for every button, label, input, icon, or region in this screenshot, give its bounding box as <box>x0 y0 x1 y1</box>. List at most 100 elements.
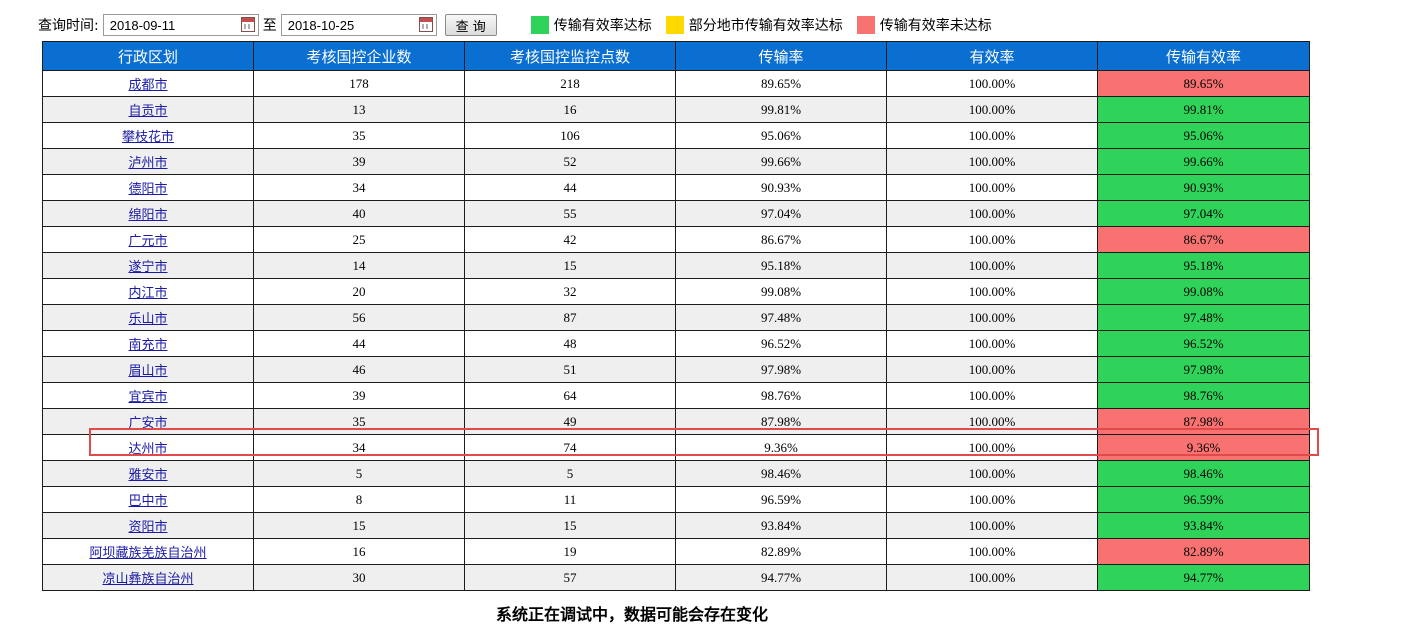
cell-transfer-rate: 98.76% <box>675 382 887 409</box>
cell-points: 44 <box>464 174 676 201</box>
cell-region: 眉山市 <box>42 356 254 383</box>
cell-effective-rate: 97.04% <box>1097 200 1310 227</box>
region-link[interactable]: 成都市 <box>128 78 167 93</box>
cell-valid-rate: 100.00% <box>886 148 1098 175</box>
cell-region: 绵阳市 <box>42 200 254 227</box>
region-link[interactable]: 绵阳市 <box>128 208 167 223</box>
end-date-input[interactable]: 2018-10-25 <box>280 14 437 36</box>
cell-valid-rate: 100.00% <box>886 252 1098 279</box>
region-link[interactable]: 遂宁市 <box>128 260 167 275</box>
col-header-enterprises[interactable]: 考核国控企业数 <box>253 41 465 71</box>
cell-valid-rate: 100.00% <box>886 330 1098 357</box>
cell-enterprises: 8 <box>253 486 465 513</box>
region-link[interactable]: 达州市 <box>128 442 167 457</box>
region-link[interactable]: 广元市 <box>128 234 167 249</box>
cell-region: 南充市 <box>42 330 254 357</box>
region-link[interactable]: 眉山市 <box>128 364 167 379</box>
cell-enterprises: 20 <box>253 278 465 305</box>
cell-region: 遂宁市 <box>42 252 254 279</box>
cell-transfer-rate: 82.89% <box>675 538 887 565</box>
region-link[interactable]: 乐山市 <box>128 312 167 327</box>
region-link[interactable]: 广安市 <box>128 416 167 431</box>
cell-region: 资阳市 <box>42 512 254 539</box>
cell-valid-rate: 100.00% <box>886 304 1098 331</box>
cell-effective-rate: 95.18% <box>1097 252 1310 279</box>
cell-region: 雅安市 <box>42 460 254 487</box>
table-row: 眉山市 46 51 97.98% 100.00% 97.98% <box>42 356 1310 383</box>
col-header-effective-rate[interactable]: 传输有效率 <box>1097 41 1310 71</box>
cell-points: 15 <box>464 512 676 539</box>
cell-transfer-rate: 96.52% <box>675 330 887 357</box>
cell-valid-rate: 100.00% <box>886 226 1098 253</box>
table-row: 乐山市 56 87 97.48% 100.00% 97.48% <box>42 304 1310 331</box>
cell-points: 55 <box>464 200 676 227</box>
region-link[interactable]: 巴中市 <box>128 494 167 509</box>
cell-region: 乐山市 <box>42 304 254 331</box>
cell-transfer-rate: 89.65% <box>675 70 887 97</box>
cell-points: 19 <box>464 538 676 565</box>
cell-valid-rate: 100.00% <box>886 278 1098 305</box>
cell-transfer-rate: 99.81% <box>675 96 887 123</box>
date-range-separator: 至 <box>262 18 277 34</box>
cell-region: 阿坝藏族羌族自治州 <box>42 538 254 565</box>
col-header-region[interactable]: 行政区划 <box>42 41 254 71</box>
cell-transfer-rate: 9.36% <box>675 434 887 461</box>
table-row: 绵阳市 40 55 97.04% 100.00% 97.04% <box>42 200 1310 227</box>
region-link[interactable]: 内江市 <box>128 286 167 301</box>
calendar-icon[interactable] <box>418 17 433 32</box>
footer-notice: 系统正在调试中，数据可能会存在变化 <box>496 605 769 624</box>
query-time-label: 查询时间: <box>38 18 99 34</box>
region-link[interactable]: 凉山彝族自治州 <box>102 572 193 587</box>
cell-transfer-rate: 97.98% <box>675 356 887 383</box>
calendar-icon[interactable] <box>240 17 255 32</box>
region-link[interactable]: 阿坝藏族羌族自治州 <box>89 546 206 561</box>
cell-valid-rate: 100.00% <box>886 512 1098 539</box>
cell-transfer-rate: 98.46% <box>675 460 887 487</box>
region-link[interactable]: 泸州市 <box>128 156 167 171</box>
table-row: 攀枝花市 35 106 95.06% 100.00% 95.06% <box>42 122 1310 149</box>
cell-enterprises: 40 <box>253 200 465 227</box>
cell-transfer-rate: 90.93% <box>675 174 887 201</box>
cell-transfer-rate: 96.59% <box>675 486 887 513</box>
col-header-points[interactable]: 考核国控监控点数 <box>464 41 676 71</box>
cell-enterprises: 44 <box>253 330 465 357</box>
legend-swatch-yellow <box>665 16 684 34</box>
cell-enterprises: 15 <box>253 512 465 539</box>
start-date-input[interactable]: 2018-09-11 <box>102 14 259 36</box>
query-button[interactable]: 查 询 <box>444 14 497 36</box>
table-row: 宜宾市 39 64 98.76% 100.00% 98.76% <box>42 382 1310 409</box>
cell-region: 内江市 <box>42 278 254 305</box>
region-link[interactable]: 雅安市 <box>128 468 167 483</box>
cell-valid-rate: 100.00% <box>886 382 1098 409</box>
cell-valid-rate: 100.00% <box>886 96 1098 123</box>
cell-enterprises: 35 <box>253 408 465 435</box>
cell-valid-rate: 100.00% <box>886 122 1098 149</box>
legend-label: 部分地市传输有效率达标 <box>688 18 843 34</box>
cell-enterprises: 46 <box>253 356 465 383</box>
cell-enterprises: 39 <box>253 148 465 175</box>
cell-points: 42 <box>464 226 676 253</box>
cell-region: 成都市 <box>42 70 254 97</box>
cell-effective-rate: 97.98% <box>1097 356 1310 383</box>
col-header-valid-rate[interactable]: 有效率 <box>886 41 1098 71</box>
cell-effective-rate: 96.52% <box>1097 330 1310 357</box>
cell-transfer-rate: 87.98% <box>675 408 887 435</box>
cell-transfer-rate: 94.77% <box>675 564 887 591</box>
region-link[interactable]: 南充市 <box>128 338 167 353</box>
cell-enterprises: 13 <box>253 96 465 123</box>
cell-effective-rate: 99.66% <box>1097 148 1310 175</box>
cell-points: 218 <box>464 70 676 97</box>
region-link[interactable]: 资阳市 <box>128 520 167 535</box>
region-link[interactable]: 攀枝花市 <box>122 130 174 145</box>
table-row: 自贡市 13 16 99.81% 100.00% 99.81% <box>42 96 1310 123</box>
region-link[interactable]: 德阳市 <box>128 182 167 197</box>
region-link[interactable]: 宜宾市 <box>128 390 167 405</box>
cell-points: 16 <box>464 96 676 123</box>
cell-enterprises: 39 <box>253 382 465 409</box>
region-link[interactable]: 自贡市 <box>128 104 167 119</box>
table-header-row: 行政区划 考核国控企业数 考核国控监控点数 传输率 有效率 传输有效率 <box>42 41 1310 71</box>
cell-points: 87 <box>464 304 676 331</box>
col-header-transfer-rate[interactable]: 传输率 <box>675 41 887 71</box>
cell-region: 德阳市 <box>42 174 254 201</box>
cell-enterprises: 16 <box>253 538 465 565</box>
